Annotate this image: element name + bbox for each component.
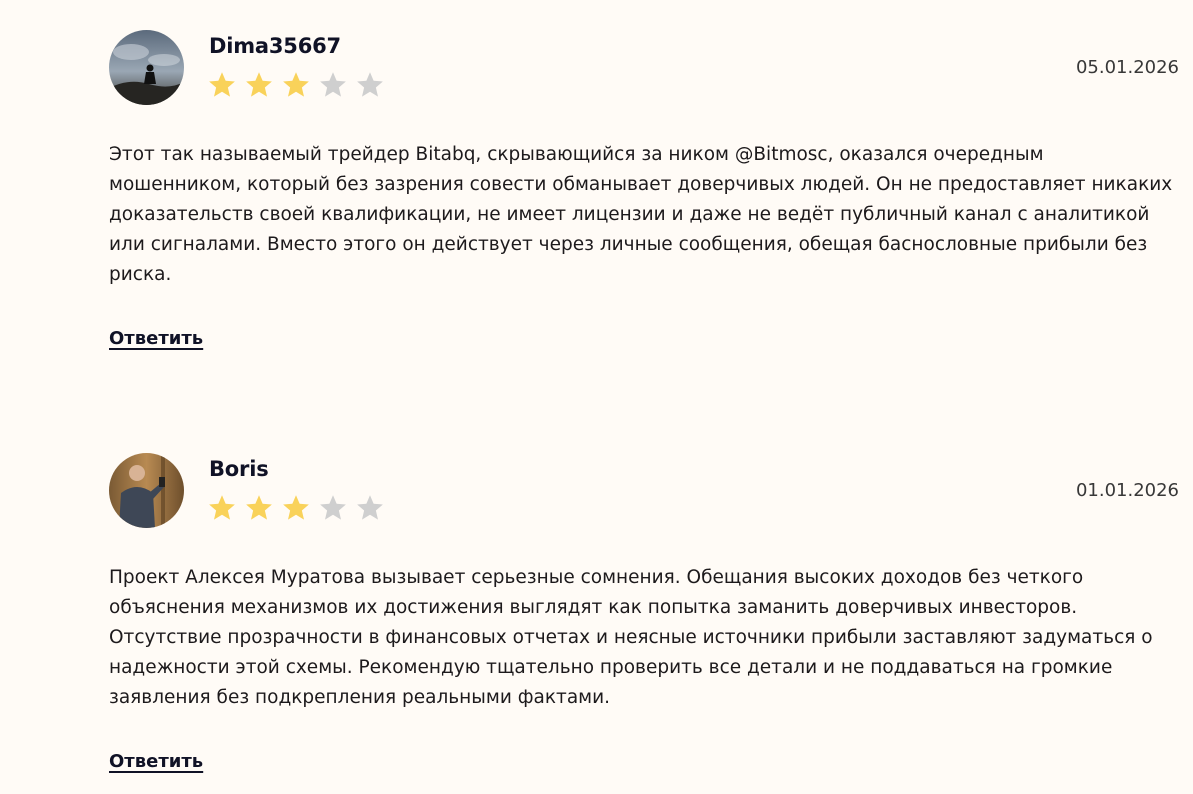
star-filled-icon (246, 72, 272, 97)
review-date: 01.01.2026 (1075, 480, 1179, 501)
reply-link[interactable]: Ответить (109, 751, 203, 772)
review-text: Проект Алексея Муратова вызывает серьезн… (109, 567, 1153, 708)
star-filled-icon (209, 72, 235, 97)
star-empty-icon (320, 495, 346, 520)
review-date: 05.01.2026 (1075, 57, 1179, 78)
star-filled-icon (209, 495, 235, 520)
author-name: Dima35667 (209, 34, 341, 58)
reply-link[interactable]: Ответить (109, 328, 203, 349)
avatar[interactable] (109, 30, 184, 105)
star-empty-icon (320, 72, 346, 97)
review-text: Этот так называемый трейдер Bitabq, скры… (109, 144, 1173, 285)
avatar[interactable] (109, 453, 184, 528)
star-rating (207, 493, 392, 526)
star-filled-icon (283, 72, 309, 97)
star-empty-icon (357, 495, 383, 520)
star-filled-icon (246, 495, 272, 520)
star-rating (207, 70, 392, 103)
author-name: Boris (209, 457, 269, 481)
star-filled-icon (283, 495, 309, 520)
star-empty-icon (357, 72, 383, 97)
